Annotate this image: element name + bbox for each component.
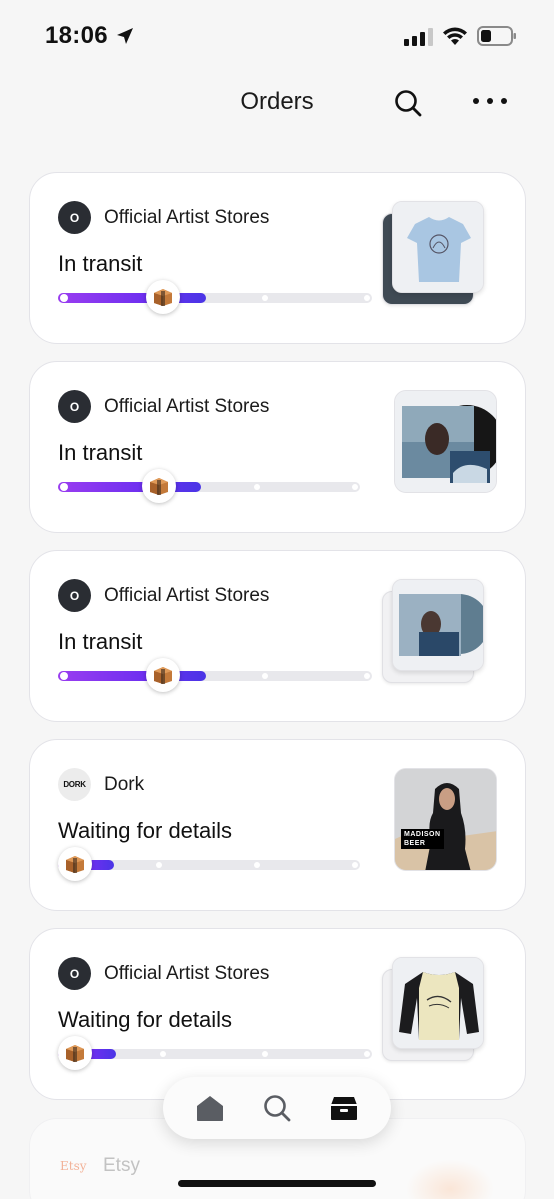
store-avatar: O [58, 390, 91, 423]
store-row: O Official Artist Stores [58, 201, 269, 234]
vinyl-product-image [392, 579, 484, 671]
package-box-icon [146, 280, 180, 314]
progress-track [58, 280, 372, 314]
product-thumbnail-stack [382, 201, 497, 309]
package-box-icon [58, 847, 92, 881]
store-name: Etsy [103, 1155, 140, 1176]
magazine-cover-text: MADISON BEER [401, 829, 444, 849]
wifi-icon [443, 27, 467, 45]
product-thumbnail-stack [382, 579, 497, 687]
progress-start-dot [60, 294, 68, 302]
store-name: Dork [104, 773, 145, 795]
progress-step-dot [364, 295, 370, 301]
more-options-icon[interactable] [473, 98, 507, 108]
progress-step-dot [262, 1051, 268, 1057]
store-name: Official Artist Stores [104, 584, 270, 606]
raglan-shirt-product-image [392, 957, 484, 1049]
progress-track [58, 469, 360, 503]
store-avatar: O [58, 201, 91, 234]
progress-step-dot [364, 673, 370, 679]
home-indicator [178, 1180, 376, 1187]
status-time: 18:06 [45, 22, 108, 49]
magazine-line-1: MADISON [404, 831, 441, 838]
progress-step-dot [254, 484, 260, 490]
progress-step-dot [156, 862, 162, 868]
order-card[interactable]: O Official Artist Stores In transit [29, 172, 526, 344]
progress-step-dot [254, 862, 260, 868]
progress-step-dot [364, 1051, 370, 1057]
progress-fill [58, 671, 206, 681]
progress-step-dot [262, 673, 268, 679]
product-thumbnail-faded [405, 1159, 495, 1199]
store-row: O Official Artist Stores [58, 579, 269, 612]
package-box-icon [146, 658, 180, 692]
order-status: Waiting for details [58, 1007, 233, 1032]
magazine-line-2: BEER [404, 840, 426, 847]
order-status: In transit [58, 251, 143, 276]
order-card[interactable]: O Official Artist Stores In transit [29, 361, 526, 533]
etsy-logo: Etsy [60, 1159, 87, 1173]
order-status: In transit [58, 440, 143, 465]
nav-orders[interactable] [324, 1088, 364, 1128]
progress-step-dot [160, 1051, 166, 1057]
progress-fill [58, 293, 206, 303]
battery-icon [477, 26, 516, 46]
page-title: Orders [240, 88, 314, 115]
progress-start-dot [60, 672, 68, 680]
progress-start-dot [60, 483, 68, 491]
vinyl-product-image [394, 390, 497, 493]
tshirt-product-image [392, 201, 484, 293]
store-name: Official Artist Stores [104, 962, 270, 984]
header: Orders [0, 70, 554, 140]
store-avatar: DORK [58, 768, 91, 801]
progress-step-dot [352, 484, 358, 490]
order-card[interactable]: O Official Artist Stores In transit [29, 550, 526, 722]
progress-track [58, 658, 372, 692]
product-thumbnail-stack [382, 957, 497, 1065]
progress-track [58, 1036, 372, 1070]
search-icon[interactable] [393, 88, 423, 118]
progress-step-dot [262, 295, 268, 301]
order-card[interactable]: O Official Artist Stores Waiting for det… [29, 928, 526, 1100]
package-box-icon [142, 469, 176, 503]
cellular-signal-icon [404, 28, 433, 46]
order-status: In transit [58, 629, 143, 654]
search-icon [264, 1095, 291, 1122]
bottom-nav [163, 1077, 391, 1139]
order-card[interactable]: DORK Dork Waiting for details MADISON BE… [29, 739, 526, 911]
store-name: Official Artist Stores [104, 395, 270, 417]
magazine-product-image: MADISON BEER [394, 768, 497, 871]
nav-search[interactable] [257, 1088, 297, 1128]
store-avatar: O [58, 957, 91, 990]
store-row: DORK Dork [58, 768, 144, 801]
package-box-icon [58, 1036, 92, 1070]
location-arrow-icon [117, 28, 133, 44]
order-status: Waiting for details [58, 818, 233, 843]
progress-fill [58, 482, 201, 492]
store-avatar: O [58, 579, 91, 612]
store-name: Official Artist Stores [104, 206, 270, 228]
home-icon [197, 1096, 224, 1121]
store-row: O Official Artist Stores [58, 390, 269, 423]
store-row: O Official Artist Stores [58, 957, 269, 990]
progress-step-dot [352, 862, 358, 868]
status-bar: 18:06 [0, 0, 554, 70]
progress-track [58, 847, 360, 881]
nav-home[interactable] [190, 1088, 230, 1128]
orders-box-icon [330, 1097, 357, 1120]
